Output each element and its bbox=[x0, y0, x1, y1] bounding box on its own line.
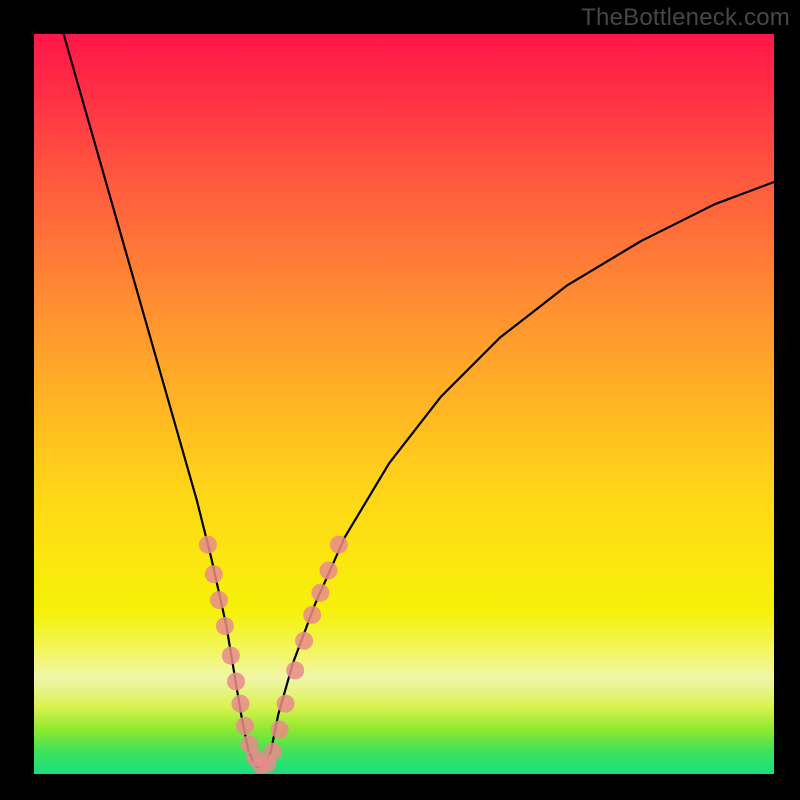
data-marker bbox=[199, 536, 217, 554]
data-marker bbox=[286, 661, 304, 679]
data-marker bbox=[277, 695, 295, 713]
data-marker bbox=[311, 584, 329, 602]
curve-svg bbox=[34, 34, 774, 774]
bottleneck-curve bbox=[64, 34, 774, 767]
chart-frame: TheBottleneck.com bbox=[0, 0, 800, 800]
data-marker bbox=[303, 606, 321, 624]
data-marker bbox=[271, 721, 289, 739]
data-marker bbox=[236, 717, 254, 735]
plot-area bbox=[34, 34, 774, 774]
data-marker bbox=[216, 617, 234, 635]
data-marker bbox=[205, 565, 223, 583]
data-marker bbox=[295, 632, 313, 650]
data-marker bbox=[320, 562, 338, 580]
data-marker bbox=[210, 591, 228, 609]
data-marker bbox=[227, 673, 245, 691]
data-marker bbox=[264, 743, 282, 761]
data-marker bbox=[222, 647, 240, 665]
watermark-text: TheBottleneck.com bbox=[581, 4, 790, 32]
data-marker bbox=[330, 536, 348, 554]
data-marker bbox=[232, 695, 250, 713]
